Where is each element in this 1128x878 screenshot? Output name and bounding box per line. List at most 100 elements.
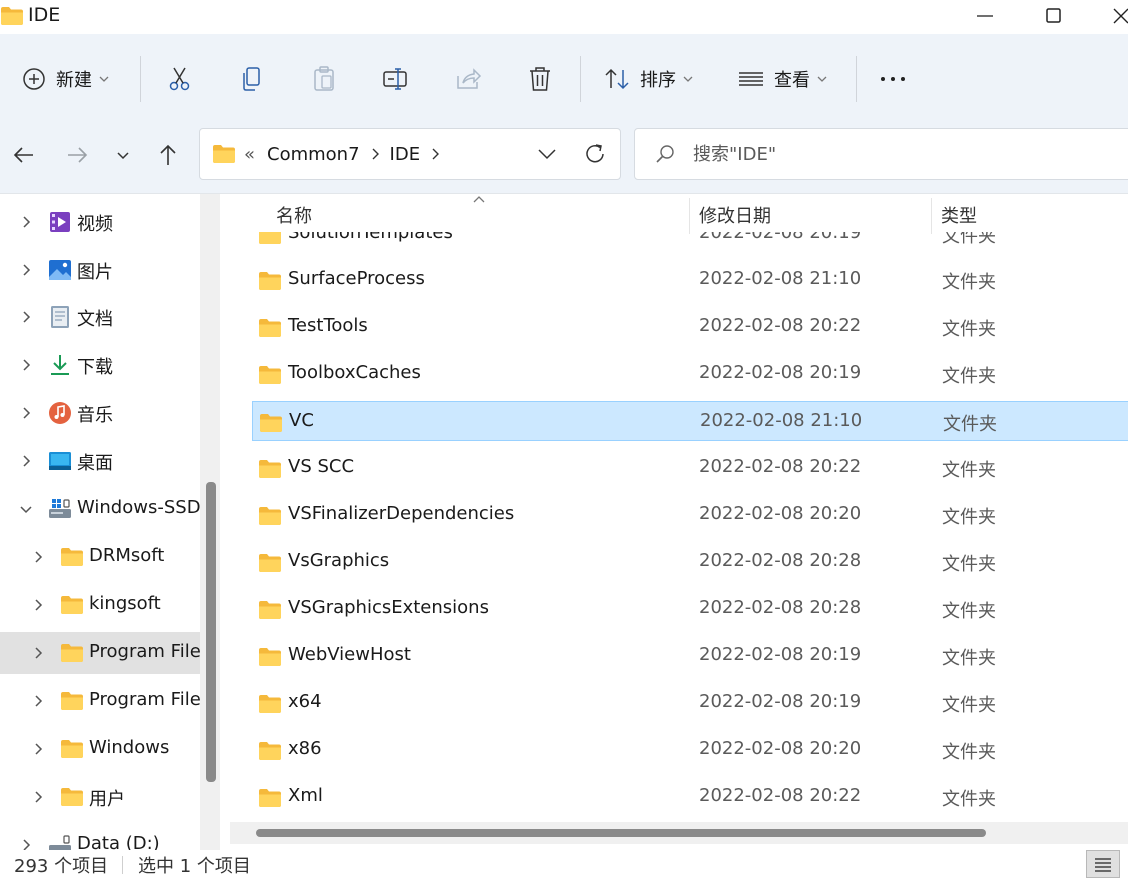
folder-icon: [258, 364, 282, 386]
file-row[interactable]: x64 2022-02-08 20:19 文件夹: [252, 683, 1128, 723]
folder-icon: [258, 646, 282, 668]
chevron-down-icon[interactable]: [18, 501, 34, 517]
file-date: 2022-02-08 20:19: [699, 644, 862, 665]
file-type: 文件夹: [942, 319, 996, 340]
nav-item-label: 下载: [77, 357, 113, 378]
chevron-right-icon[interactable]: [370, 147, 380, 161]
sort-button[interactable]: 排序: [604, 62, 693, 96]
column-divider[interactable]: [931, 198, 932, 234]
minimize-button[interactable]: [958, 0, 1014, 34]
nav-item-data-drive[interactable]: Data (D:): [0, 824, 200, 850]
details-view-icon: [1095, 858, 1111, 872]
clipboard-icon: [314, 66, 334, 91]
nav-item-program-files[interactable]: Program File: [0, 632, 200, 674]
nav-item-users[interactable]: 用户: [0, 776, 200, 818]
nav-item-desktop[interactable]: 桌面: [0, 440, 200, 482]
list-view-icon: [739, 72, 763, 86]
column-header-name[interactable]: 名称: [276, 194, 312, 236]
rename-button[interactable]: [381, 64, 411, 94]
drive-icon: [49, 835, 71, 850]
folder-icon: [60, 593, 84, 617]
address-bar[interactable]: « Common7 IDE: [199, 128, 621, 180]
nav-item-windows-ssd[interactable]: Windows-SSD: [0, 488, 200, 530]
nav-item-windows[interactable]: Windows: [0, 728, 200, 770]
nav-item-label: 视频: [77, 214, 113, 235]
column-header-date[interactable]: 修改日期: [699, 194, 771, 236]
share-button[interactable]: [453, 64, 483, 94]
chevron-right-icon[interactable]: [30, 741, 46, 757]
file-row[interactable]: VC 2022-02-08 21:10 文件夹: [252, 401, 1128, 441]
sort-button-label: 排序: [640, 70, 676, 91]
nav-scrollbar-thumb[interactable]: [206, 482, 216, 782]
cut-button[interactable]: [165, 64, 195, 94]
file-row[interactable]: x86 2022-02-08 20:20 文件夹: [252, 730, 1128, 770]
breadcrumb-item[interactable]: Common7: [267, 144, 360, 165]
recent-locations-button[interactable]: [108, 140, 138, 170]
nav-item-pictures[interactable]: 图片: [0, 249, 200, 291]
file-type: 文件夹: [943, 414, 997, 435]
chevron-right-icon[interactable]: [18, 309, 34, 325]
maximize-button[interactable]: [1026, 0, 1082, 34]
arrow-right-icon: [68, 147, 88, 163]
chevron-right-icon[interactable]: [30, 693, 46, 709]
chevron-right-icon[interactable]: [30, 789, 46, 805]
more-options-button[interactable]: [878, 64, 908, 94]
chevron-right-icon[interactable]: [18, 357, 34, 373]
search-input[interactable]: [693, 141, 1093, 167]
copy-button[interactable]: [237, 64, 267, 94]
details-view-toggle[interactable]: [1086, 850, 1120, 878]
nav-item-kingsoft[interactable]: kingsoft: [0, 584, 200, 626]
chevron-right-icon[interactable]: [30, 549, 46, 565]
file-row[interactable]: Xml 2022-02-08 20:22 文件夹: [252, 777, 1128, 817]
chevron-down-icon: [817, 76, 827, 82]
nav-item-music[interactable]: 音乐: [0, 392, 200, 434]
file-row[interactable]: VS SCC 2022-02-08 20:22 文件夹: [252, 448, 1128, 488]
chevron-right-icon[interactable]: [30, 597, 46, 613]
chevron-right-icon[interactable]: [430, 147, 440, 161]
toolbar-divider: [856, 56, 857, 102]
forward-button[interactable]: [62, 140, 92, 170]
file-row[interactable]: VsGraphics 2022-02-08 20:28 文件夹: [252, 542, 1128, 582]
new-button[interactable]: 新建: [22, 62, 109, 96]
file-row[interactable]: SurfaceProcess 2022-02-08 21:10 文件夹: [252, 260, 1128, 300]
chevron-right-icon[interactable]: [18, 214, 34, 230]
status-divider: [122, 856, 123, 874]
file-row[interactable]: ToolboxCaches 2022-02-08 20:19 文件夹: [252, 354, 1128, 394]
view-button[interactable]: 查看: [738, 62, 827, 96]
share-icon: [457, 68, 482, 89]
chevron-right-icon[interactable]: [30, 645, 46, 661]
file-type: 文件夹: [942, 272, 996, 293]
title-bar: IDE: [0, 0, 1128, 34]
horizontal-scrollbar[interactable]: [230, 822, 1128, 844]
back-button[interactable]: [9, 140, 39, 170]
chevron-right-icon[interactable]: [18, 405, 34, 421]
nav-item-downloads[interactable]: 下载: [0, 344, 200, 386]
breadcrumb-item[interactable]: IDE: [390, 144, 421, 165]
horizontal-scrollbar-thumb[interactable]: [256, 829, 986, 837]
file-row[interactable]: TestTools 2022-02-08 20:22 文件夹: [252, 307, 1128, 347]
nav-item-documents[interactable]: 文档: [0, 296, 200, 338]
refresh-button[interactable]: [582, 141, 608, 167]
chevron-right-icon[interactable]: [18, 453, 34, 469]
nav-item-label: Windows: [89, 737, 170, 758]
address-dropdown-button[interactable]: [534, 141, 560, 167]
file-row[interactable]: VSFinalizerDependencies 2022-02-08 20:20 文…: [252, 495, 1128, 535]
delete-button[interactable]: [525, 64, 555, 94]
video-icon: [50, 212, 70, 232]
nav-item-program-files-x86[interactable]: Program File: [0, 680, 200, 722]
search-box[interactable]: [634, 128, 1128, 180]
breadcrumb-overflow[interactable]: «: [244, 144, 255, 165]
paste-button[interactable]: [309, 64, 339, 94]
nav-item-videos[interactable]: 视频: [0, 201, 200, 243]
file-row[interactable]: VSGraphicsExtensions 2022-02-08 20:28 文件夹: [252, 589, 1128, 629]
close-button[interactable]: [1094, 0, 1128, 34]
column-header-type[interactable]: 类型: [941, 194, 977, 236]
file-row[interactable]: WebViewHost 2022-02-08 20:19 文件夹: [252, 636, 1128, 676]
file-name: SurfaceProcess: [288, 268, 425, 289]
chevron-right-icon[interactable]: [18, 262, 34, 278]
up-button[interactable]: [153, 140, 183, 170]
sort-icon: [605, 68, 629, 90]
nav-item-drmsoft[interactable]: DRMsoft: [0, 536, 200, 578]
chevron-right-icon[interactable]: [18, 837, 34, 850]
column-divider[interactable]: [689, 198, 690, 234]
